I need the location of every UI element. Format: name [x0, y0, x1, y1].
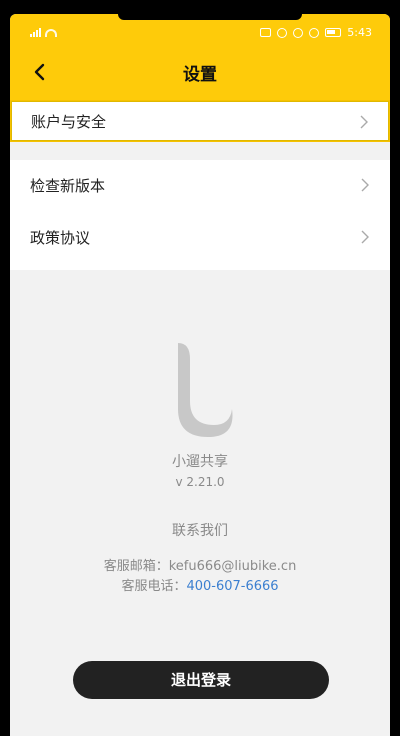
status-time: 5:43: [347, 26, 372, 39]
header: 5:43 设置: [10, 14, 390, 100]
app-name: 小遛共享: [172, 454, 228, 470]
phone-label: 客服电话：: [121, 579, 187, 594]
mute-icon: [309, 27, 320, 38]
email-label: 客服邮箱：: [103, 559, 169, 574]
menu-item-check-update[interactable]: 检查新版本: [10, 164, 390, 206]
status-right: 5:43: [260, 26, 372, 39]
logout-button[interactable]: 退出登录: [73, 661, 329, 699]
email-line: 客服邮箱：kefu666@liubike.cn: [10, 555, 390, 574]
phone-screen: 5:43 设置 账户与安全 检查新版本 政策协议 小遛共享 v 2.21.0 联…: [10, 14, 390, 736]
battery-icon: [325, 28, 342, 37]
phone-link[interactable]: 400-607-6666: [186, 579, 278, 594]
nfc-icon: [260, 28, 272, 37]
chevron-right-icon: [361, 178, 369, 192]
status-left: [30, 27, 57, 37]
chevron-right-icon: [361, 230, 369, 244]
email-value: kefu666@liubike.cn: [168, 559, 297, 574]
page-title: 设置: [183, 65, 217, 85]
alarm-icon: [277, 27, 288, 38]
notch: [118, 14, 302, 20]
chevron-right-icon: [360, 115, 368, 129]
menu-item-label: 检查新版本: [30, 176, 106, 195]
status-bar: 5:43: [10, 24, 390, 44]
location-icon: [293, 27, 304, 38]
app-version: v 2.21.0: [175, 475, 225, 489]
contact-title: 联系我们: [172, 523, 228, 539]
menu-item-label: 政策协议: [30, 228, 91, 247]
phone-line: 客服电话：400-607-6666: [10, 575, 390, 594]
wifi-icon: [45, 29, 57, 37]
signal-icon: [30, 27, 41, 37]
app-logo: [178, 343, 233, 437]
menu-item-label: 账户与安全: [31, 112, 107, 131]
menu-item-policy[interactable]: 政策协议: [10, 216, 390, 258]
menu-item-account-security[interactable]: 账户与安全: [10, 100, 390, 142]
